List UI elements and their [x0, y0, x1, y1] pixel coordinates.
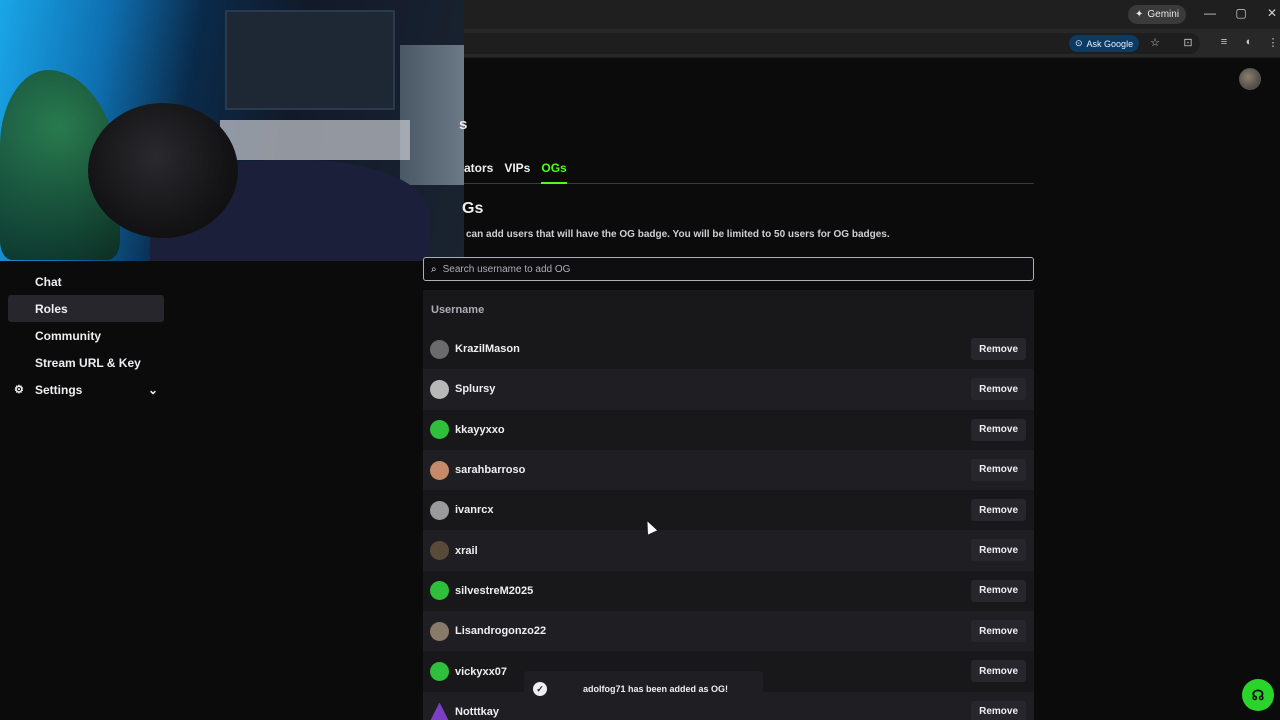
roles-tabs: ators VIPs OGs	[464, 158, 1034, 184]
avatar	[430, 702, 449, 720]
username-label: Lisandrogonzo22	[455, 625, 547, 638]
username-label: silvestreM2025	[455, 584, 534, 597]
section-title: Gs	[462, 200, 484, 217]
username-label: kkayyxxo	[455, 423, 505, 436]
avatar	[430, 541, 449, 561]
sidebar-item-label: Chat	[35, 274, 62, 289]
avatar	[430, 662, 449, 682]
username-label: xrail	[455, 544, 478, 557]
sidepanel-icon[interactable]: ⊡	[1181, 36, 1195, 49]
remove-button[interactable]: Remove	[971, 620, 1026, 643]
avatar	[430, 379, 449, 399]
avatar	[430, 581, 449, 601]
sidebar-item-community[interactable]: Community	[8, 322, 164, 349]
headset-icon: ☊	[1251, 686, 1265, 703]
remove-button[interactable]: Remove	[971, 378, 1026, 401]
table-row: silvestreM2025 Remove	[423, 571, 1034, 611]
table-row: KrazilMason Remove	[423, 329, 1034, 369]
search-input[interactable]	[442, 263, 1003, 275]
sidebar-item-settings[interactable]: ⚙ Settings ⌄	[8, 376, 164, 403]
remove-button[interactable]: Remove	[971, 539, 1026, 562]
media-control-icon[interactable]: ≡	[1217, 36, 1231, 48]
tab-vips[interactable]: VIPs	[504, 158, 530, 184]
username-label: vickyxx07	[455, 665, 507, 678]
gear-icon: ⚙	[14, 384, 24, 396]
section-description: can add users that will have the OG badg…	[466, 229, 890, 240]
lens-icon: ⊙	[1075, 38, 1083, 48]
help-chat-button[interactable]: ☊	[1242, 679, 1274, 711]
gemini-button[interactable]: ✦ Gemini	[1128, 5, 1187, 24]
avatar	[430, 500, 449, 520]
remove-button[interactable]: Remove	[971, 660, 1026, 683]
check-circle-icon: ✓	[533, 682, 547, 696]
username-label: sarahbarroso	[455, 464, 526, 477]
search-icon: ⌕	[431, 263, 437, 275]
remove-button[interactable]: Remove	[971, 499, 1026, 522]
table-row: sarahbarroso Remove	[423, 449, 1034, 491]
avatar	[430, 621, 449, 641]
username-label: Notttkay	[455, 705, 500, 718]
webcam-overlay	[0, 0, 464, 261]
search-field[interactable]: ⌕	[423, 257, 1034, 281]
table-row: kkayyxxo Remove	[423, 410, 1034, 450]
remove-button[interactable]: Remove	[971, 579, 1026, 602]
avatar[interactable]	[1239, 68, 1261, 90]
avatar	[430, 420, 449, 440]
toast-notification: ✓ adolfog71 has been added as OG!	[524, 671, 763, 707]
sidebar-item-label: Stream URL & Key	[35, 355, 141, 370]
gemini-label: Gemini	[1147, 9, 1180, 20]
browser-profile-icon[interactable]: ◐	[1242, 36, 1256, 48]
close-button[interactable]: ✕	[1265, 6, 1279, 20]
avatar	[430, 460, 449, 480]
bookmark-star-icon[interactable]: ☆	[1148, 36, 1162, 49]
remove-button[interactable]: Remove	[971, 700, 1026, 720]
page-title: s	[459, 116, 468, 133]
sidebar-item-label: Roles	[35, 301, 68, 316]
column-header-username: Username	[431, 303, 485, 316]
table-row: xrail Remove	[423, 530, 1034, 571]
sidebar-item-roles[interactable]: Roles	[8, 295, 164, 322]
minimize-button[interactable]: —	[1203, 6, 1217, 20]
tab-moderators[interactable]: ators	[464, 158, 493, 184]
remove-button[interactable]: Remove	[971, 458, 1026, 481]
username-label: ivanrcx	[455, 504, 494, 517]
username-label: Splursy	[455, 383, 496, 396]
table-row: ivanrcx Remove	[423, 490, 1034, 530]
ask-google-label: Ask Google	[1086, 38, 1134, 49]
sparkle-icon: ✦	[1135, 9, 1144, 20]
table-row: Lisandrogonzo22 Remove	[423, 611, 1034, 652]
toast-message: adolfog71 has been added as OG!	[583, 684, 729, 694]
username-label: KrazilMason	[455, 343, 520, 356]
table-row: Splursy Remove	[423, 369, 1034, 410]
maximize-button[interactable]: ▢	[1234, 6, 1248, 20]
chevron-down-icon[interactable]: ⌄	[148, 383, 158, 397]
remove-button[interactable]: Remove	[971, 338, 1026, 360]
ask-google-button[interactable]: ⊙ Ask Google	[1069, 35, 1140, 52]
og-users-table: Username KrazilMason Remove Splursy Remove k…	[423, 290, 1034, 720]
sidebar-item-stream-url-key[interactable]: Stream URL & Key	[8, 349, 164, 376]
more-menu-icon[interactable]: ⋮	[1266, 36, 1280, 49]
tab-ogs[interactable]: OGs	[541, 158, 567, 184]
sidebar-item-chat[interactable]: Chat	[8, 268, 164, 295]
sidebar-item-label: Settings	[35, 382, 83, 397]
sidebar-nav: Chat Roles Community Stream URL & Key ⚙ …	[8, 268, 164, 403]
avatar	[430, 339, 449, 359]
sidebar-item-label: Community	[35, 328, 101, 343]
remove-button[interactable]: Remove	[971, 418, 1026, 441]
